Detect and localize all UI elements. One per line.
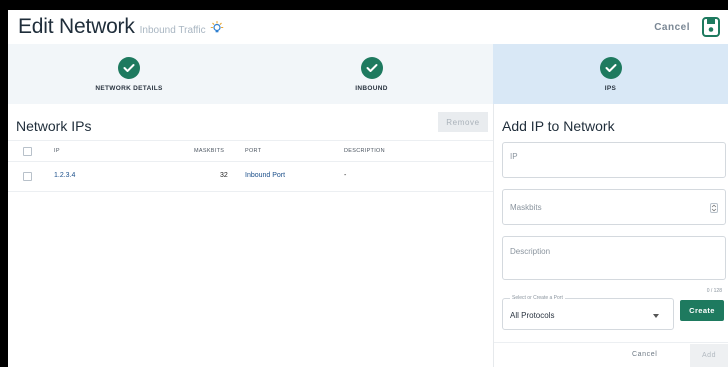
select-all-checkbox[interactable] bbox=[23, 147, 32, 156]
table-row[interactable]: 1.2.3.4 32 Inbound Port - bbox=[8, 162, 493, 192]
add-button[interactable]: Add bbox=[690, 344, 728, 367]
row-checkbox[interactable] bbox=[23, 172, 32, 181]
wizard-stepper: NETWORK DETAILS INBOUND IPS bbox=[8, 44, 728, 104]
maskbits-placeholder: Maskbits bbox=[510, 203, 542, 212]
description-placeholder: Description bbox=[510, 247, 551, 256]
maskbits-cell: 32 bbox=[220, 172, 228, 179]
column-header-port[interactable]: PORT bbox=[245, 148, 261, 154]
remove-button[interactable]: Remove bbox=[438, 112, 488, 132]
ip-cell[interactable]: 1.2.3.4 bbox=[54, 172, 75, 179]
chevron-down-icon[interactable] bbox=[653, 314, 659, 318]
cancel-button[interactable]: Cancel bbox=[632, 351, 657, 358]
cancel-edit-button[interactable]: Cancel bbox=[654, 22, 690, 33]
description-counter: 0 / 128 bbox=[706, 288, 722, 294]
add-ip-footer: Cancel Add bbox=[494, 342, 728, 367]
lightbulb-icon[interactable] bbox=[210, 21, 224, 35]
ip-input[interactable]: IP bbox=[502, 142, 726, 178]
description-field[interactable]: Description bbox=[502, 236, 726, 280]
step-ips[interactable]: IPS bbox=[493, 44, 728, 104]
page-title: Edit Network bbox=[18, 15, 135, 38]
table-header: IP MASKBITS PORT DESCRIPTION bbox=[8, 140, 493, 162]
check-icon bbox=[360, 56, 383, 79]
page-subtitle: Inbound Traffic bbox=[139, 24, 206, 36]
app-window: Edit Network Inbound Traffic Cancel NETW… bbox=[8, 10, 728, 367]
step-label: NETWORK DETAILS bbox=[95, 84, 163, 92]
step-label: IPS bbox=[604, 84, 617, 92]
add-ip-panel: Add IP to Network IP Maskbits Descriptio… bbox=[493, 104, 728, 367]
port-select[interactable]: Select or Create a Port All Protocols bbox=[502, 295, 674, 330]
column-header-maskbits[interactable]: MASKBITS bbox=[194, 148, 224, 154]
ip-placeholder: IP bbox=[510, 152, 518, 161]
column-header-ip[interactable]: IP bbox=[54, 148, 60, 154]
network-ips-title: Network IPs bbox=[16, 118, 92, 134]
spinner-icon[interactable] bbox=[710, 203, 718, 213]
screen-frame: Edit Network Inbound Traffic Cancel NETW… bbox=[0, 0, 728, 367]
network-ips-panel: Network IPs Remove IP MASKBITS PORT DESC… bbox=[8, 104, 493, 367]
add-ip-title: Add IP to Network bbox=[502, 118, 615, 134]
header-actions: Cancel bbox=[654, 17, 720, 37]
port-cell[interactable]: Inbound Port bbox=[245, 172, 285, 179]
page-header: Edit Network Inbound Traffic Cancel bbox=[8, 10, 728, 44]
check-icon bbox=[599, 56, 622, 79]
maskbits-stepper[interactable]: Maskbits bbox=[502, 189, 726, 225]
create-port-button[interactable]: Create bbox=[680, 300, 724, 321]
save-icon[interactable] bbox=[702, 17, 720, 37]
step-label: INBOUND bbox=[355, 84, 388, 92]
step-inbound[interactable]: INBOUND bbox=[250, 44, 493, 104]
port-select-label: Select or Create a Port bbox=[510, 295, 565, 301]
column-header-description[interactable]: DESCRIPTION bbox=[344, 148, 385, 154]
description-cell: - bbox=[344, 172, 347, 179]
port-select-value: All Protocols bbox=[510, 311, 555, 320]
step-network-details[interactable]: NETWORK DETAILS bbox=[8, 44, 250, 104]
check-icon bbox=[118, 56, 140, 79]
